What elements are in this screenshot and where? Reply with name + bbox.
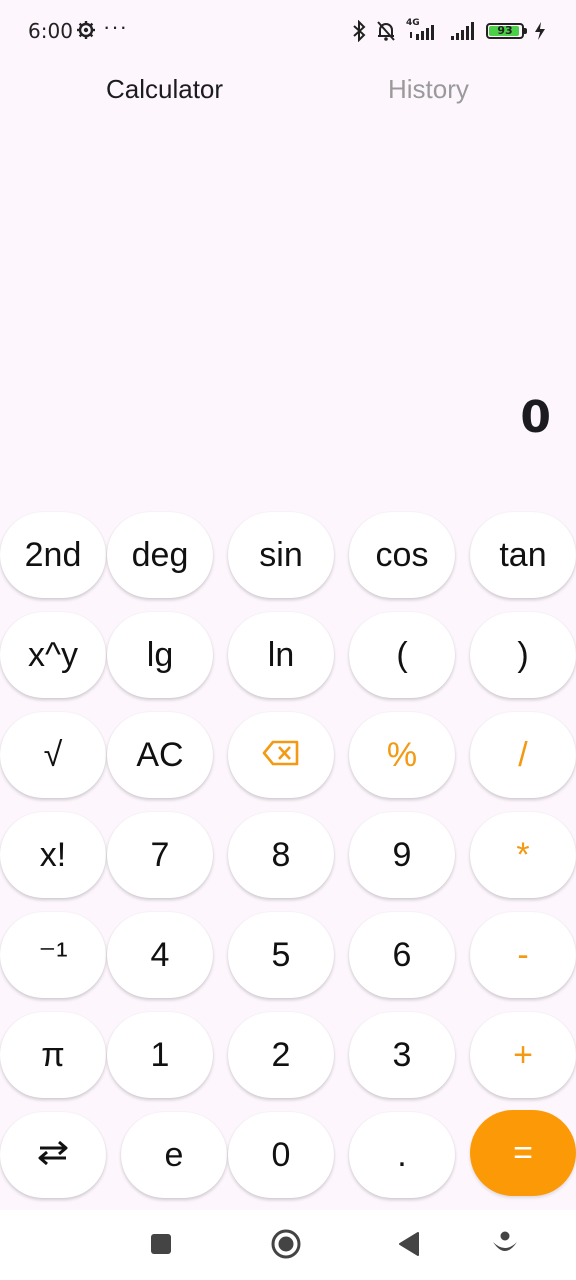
signal-4g-icon: 4G bbox=[406, 18, 440, 42]
back-triangle-icon[interactable] bbox=[391, 1226, 427, 1262]
status-bar: 6:00 ··· 4G 93 bbox=[0, 0, 576, 60]
key-minus[interactable]: - bbox=[470, 912, 576, 998]
key-decimal[interactable]: . bbox=[349, 1112, 455, 1198]
key-divide[interactable]: / bbox=[470, 712, 576, 798]
key-plus[interactable]: + bbox=[470, 1012, 576, 1098]
assistant-icon[interactable] bbox=[487, 1226, 523, 1262]
bluetooth-icon bbox=[352, 20, 366, 42]
key-ln[interactable]: ln bbox=[228, 612, 334, 698]
key-8[interactable]: 8 bbox=[228, 812, 334, 898]
settings-gear-icon bbox=[76, 19, 96, 41]
tab-calculator[interactable]: Calculator bbox=[106, 74, 223, 110]
key-tan[interactable]: tan bbox=[470, 512, 576, 598]
key-sqrt[interactable]: √ bbox=[0, 712, 106, 798]
key-pi[interactable]: π bbox=[0, 1012, 106, 1098]
key-3[interactable]: 3 bbox=[349, 1012, 455, 1098]
navigation-bar bbox=[0, 1210, 576, 1280]
silent-bell-icon bbox=[376, 20, 396, 42]
key-close-paren[interactable]: ) bbox=[470, 612, 576, 698]
key-inverse[interactable]: ⁻¹ bbox=[0, 912, 106, 998]
key-power[interactable]: x^y bbox=[0, 612, 106, 698]
battery-icon: 93 bbox=[486, 23, 527, 39]
key-9[interactable]: 9 bbox=[349, 812, 455, 898]
key-lg[interactable]: lg bbox=[107, 612, 213, 698]
more-dots-icon: ··· bbox=[103, 14, 128, 39]
key-swap-layout[interactable] bbox=[0, 1112, 106, 1198]
key-0[interactable]: 0 bbox=[228, 1112, 334, 1198]
key-sin[interactable]: sin bbox=[228, 512, 334, 598]
key-backspace[interactable] bbox=[228, 712, 334, 798]
backspace-icon bbox=[262, 736, 300, 775]
key-equals[interactable]: = bbox=[470, 1110, 576, 1196]
key-deg[interactable]: deg bbox=[107, 512, 213, 598]
key-2[interactable]: 2 bbox=[228, 1012, 334, 1098]
result-display: 0 bbox=[520, 392, 551, 443]
swap-arrows-icon bbox=[36, 1136, 70, 1175]
key-1[interactable]: 1 bbox=[107, 1012, 213, 1098]
key-4[interactable]: 4 bbox=[107, 912, 213, 998]
key-factorial[interactable]: x! bbox=[0, 812, 106, 898]
status-time: 6:00 bbox=[28, 19, 73, 43]
status-icons: 4G 93 bbox=[352, 18, 546, 44]
key-e[interactable]: e bbox=[121, 1112, 227, 1198]
key-multiply[interactable]: * bbox=[470, 812, 576, 898]
signal-bars-icon bbox=[450, 20, 476, 42]
key-percent[interactable]: % bbox=[349, 712, 455, 798]
key-6[interactable]: 6 bbox=[349, 912, 455, 998]
recents-square-icon[interactable] bbox=[143, 1226, 179, 1262]
key-cos[interactable]: cos bbox=[349, 512, 455, 598]
key-7[interactable]: 7 bbox=[107, 812, 213, 898]
key-2nd[interactable]: 2nd bbox=[0, 512, 106, 598]
key-5[interactable]: 5 bbox=[228, 912, 334, 998]
home-circle-icon[interactable] bbox=[268, 1226, 304, 1262]
key-open-paren[interactable]: ( bbox=[349, 612, 455, 698]
key-all-clear[interactable]: AC bbox=[107, 712, 213, 798]
charging-bolt-icon bbox=[534, 21, 546, 41]
tab-history[interactable]: History bbox=[388, 74, 469, 110]
battery-level: 93 bbox=[497, 24, 513, 37]
